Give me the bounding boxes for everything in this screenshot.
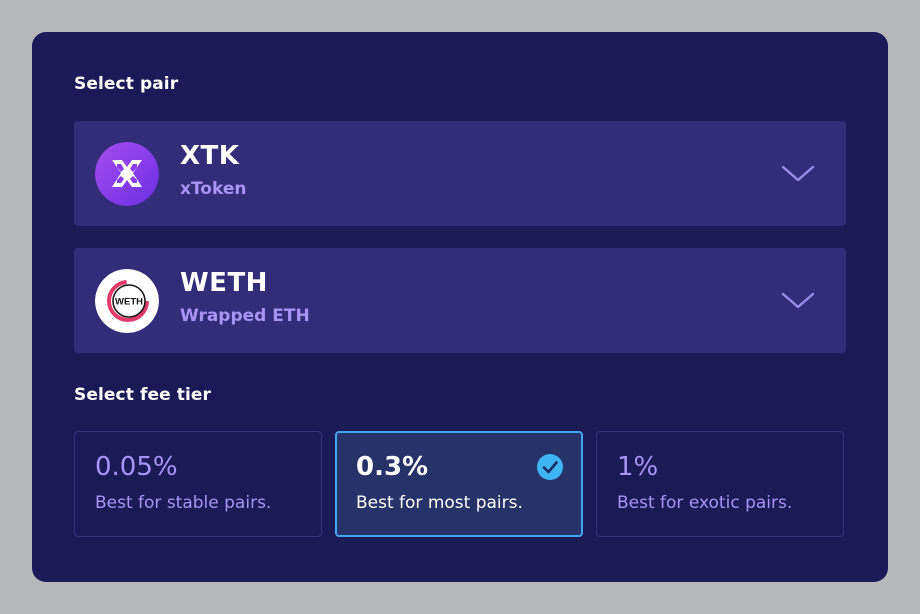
select-pair-label: Select pair: [74, 74, 179, 94]
token-select-weth[interactable]: WETH WETH Wrapped ETH: [74, 248, 846, 353]
pool-settings-panel: Select pair XTK xToken WETH WETH Wrapped…: [32, 32, 888, 582]
chevron-down-icon[interactable]: [780, 288, 816, 312]
fee-tier-option-1[interactable]: 1% Best for exotic pairs.: [596, 431, 844, 537]
chevron-down-icon[interactable]: [780, 161, 816, 185]
fee-tier-option-0-05[interactable]: 0.05% Best for stable pairs.: [74, 431, 322, 537]
select-fee-tier-label: Select fee tier: [74, 385, 211, 405]
outer-frame: Select pair XTK xToken WETH WETH Wrapped…: [0, 0, 920, 614]
fee-tier-option-0-3[interactable]: 0.3% Best for most pairs.: [335, 431, 583, 537]
token-symbol: XTK: [180, 141, 240, 171]
fee-description: Best for stable pairs.: [95, 493, 272, 513]
weth-logo-icon: WETH: [95, 269, 159, 333]
token-name: Wrapped ETH: [180, 306, 310, 326]
token-name: xToken: [180, 179, 247, 199]
token-select-xtk[interactable]: XTK xToken: [74, 121, 846, 226]
fee-value: 0.05%: [95, 452, 178, 482]
weth-logo-text: WETH: [115, 297, 143, 308]
token-symbol: WETH: [180, 268, 268, 298]
fee-value: 1%: [617, 452, 659, 482]
fee-value: 0.3%: [356, 452, 429, 482]
fee-description: Best for exotic pairs.: [617, 493, 793, 513]
check-circle-icon: [537, 454, 563, 480]
xtoken-logo-icon: [95, 142, 159, 206]
fee-description: Best for most pairs.: [356, 493, 523, 513]
